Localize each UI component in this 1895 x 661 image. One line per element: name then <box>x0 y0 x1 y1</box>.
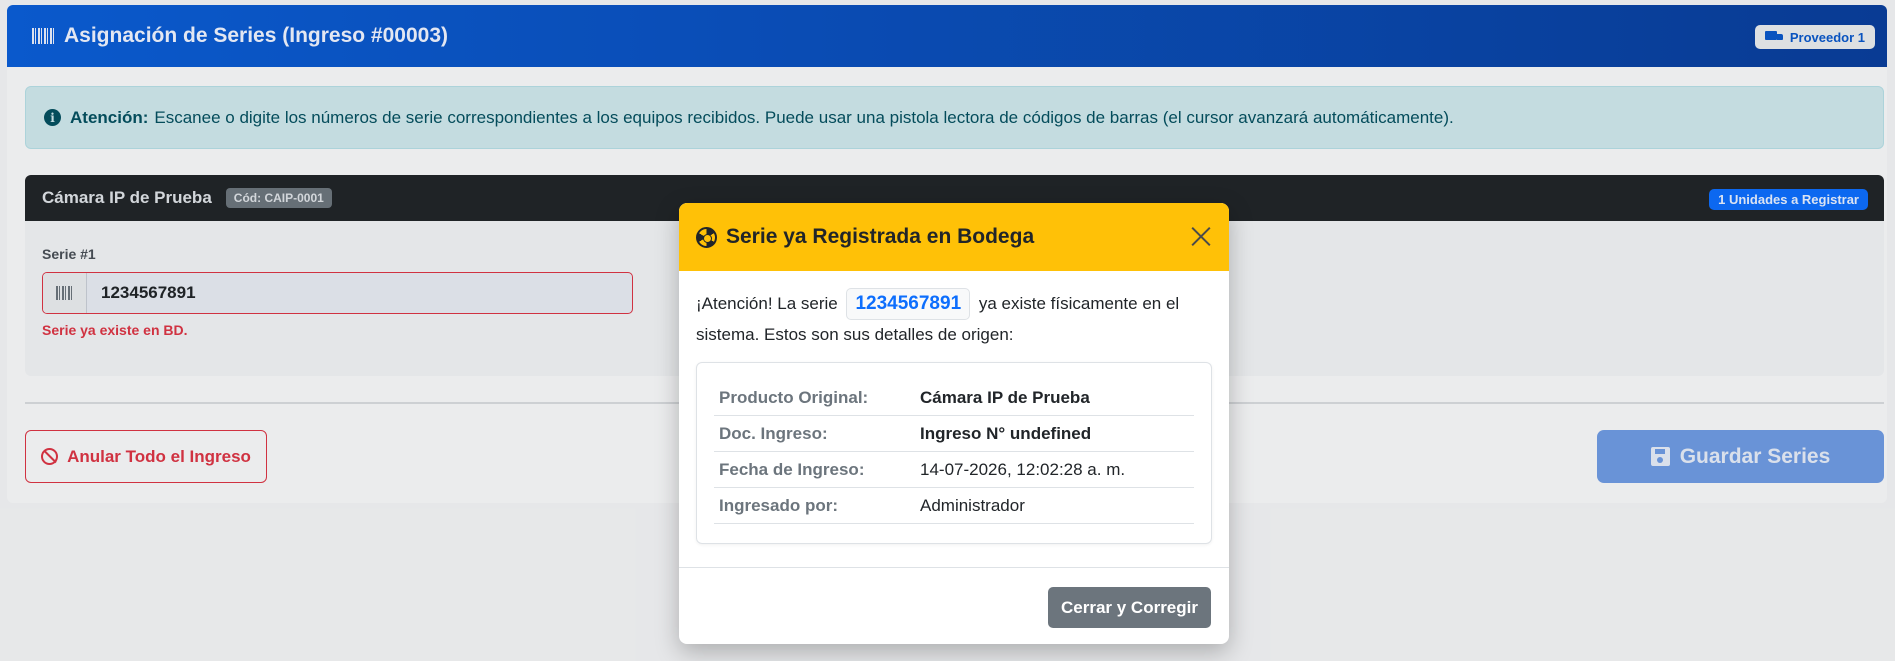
detail-key: Fecha de Ingreso: <box>719 459 865 479</box>
close-icon[interactable] <box>1190 225 1212 247</box>
modal-message: ¡Atención! La serie 1234567891 ya existe… <box>696 288 1212 350</box>
detail-key: Producto Original: <box>719 387 869 407</box>
modal-title: Serie ya Registrada en Bodega <box>726 225 1035 248</box>
modal-message-pre: ¡Atención! La serie <box>696 294 843 313</box>
modal-serie-code: 1234567891 <box>846 288 971 320</box>
modal-body: ¡Atención! La serie 1234567891 ya existe… <box>679 271 1229 544</box>
detail-row: Fecha de Ingreso: 14-07-2026, 12:02:28 a… <box>714 452 1194 488</box>
detail-value: Ingreso N° undefined <box>920 423 1092 443</box>
detail-key: Ingresado por: <box>719 495 839 515</box>
detail-row: Producto Original: Cámara IP de Prueba <box>714 380 1194 416</box>
detail-row: Doc. Ingreso: Ingreso N° undefined <box>714 416 1194 452</box>
detail-value: 14-07-2026, 12:02:28 a. m. <box>920 459 1126 479</box>
cerrar-corregir-button[interactable]: Cerrar y Corregir <box>1047 587 1211 628</box>
modal-footer: Cerrar y Corregir <box>679 567 1229 644</box>
detail-value: Cámara IP de Prueba <box>920 387 1090 407</box>
detail-row: Ingresado por: Administrador <box>714 488 1194 524</box>
detail-key: Doc. Ingreso: <box>719 423 828 443</box>
radiation-icon <box>696 226 717 248</box>
modal-header: Serie ya Registrada en Bodega <box>679 203 1229 271</box>
origin-details: Producto Original: Cámara IP de Prueba D… <box>696 362 1212 544</box>
serie-registered-modal: Serie ya Registrada en Bodega ¡Atención!… <box>679 203 1229 644</box>
detail-value: Administrador <box>920 495 1025 515</box>
